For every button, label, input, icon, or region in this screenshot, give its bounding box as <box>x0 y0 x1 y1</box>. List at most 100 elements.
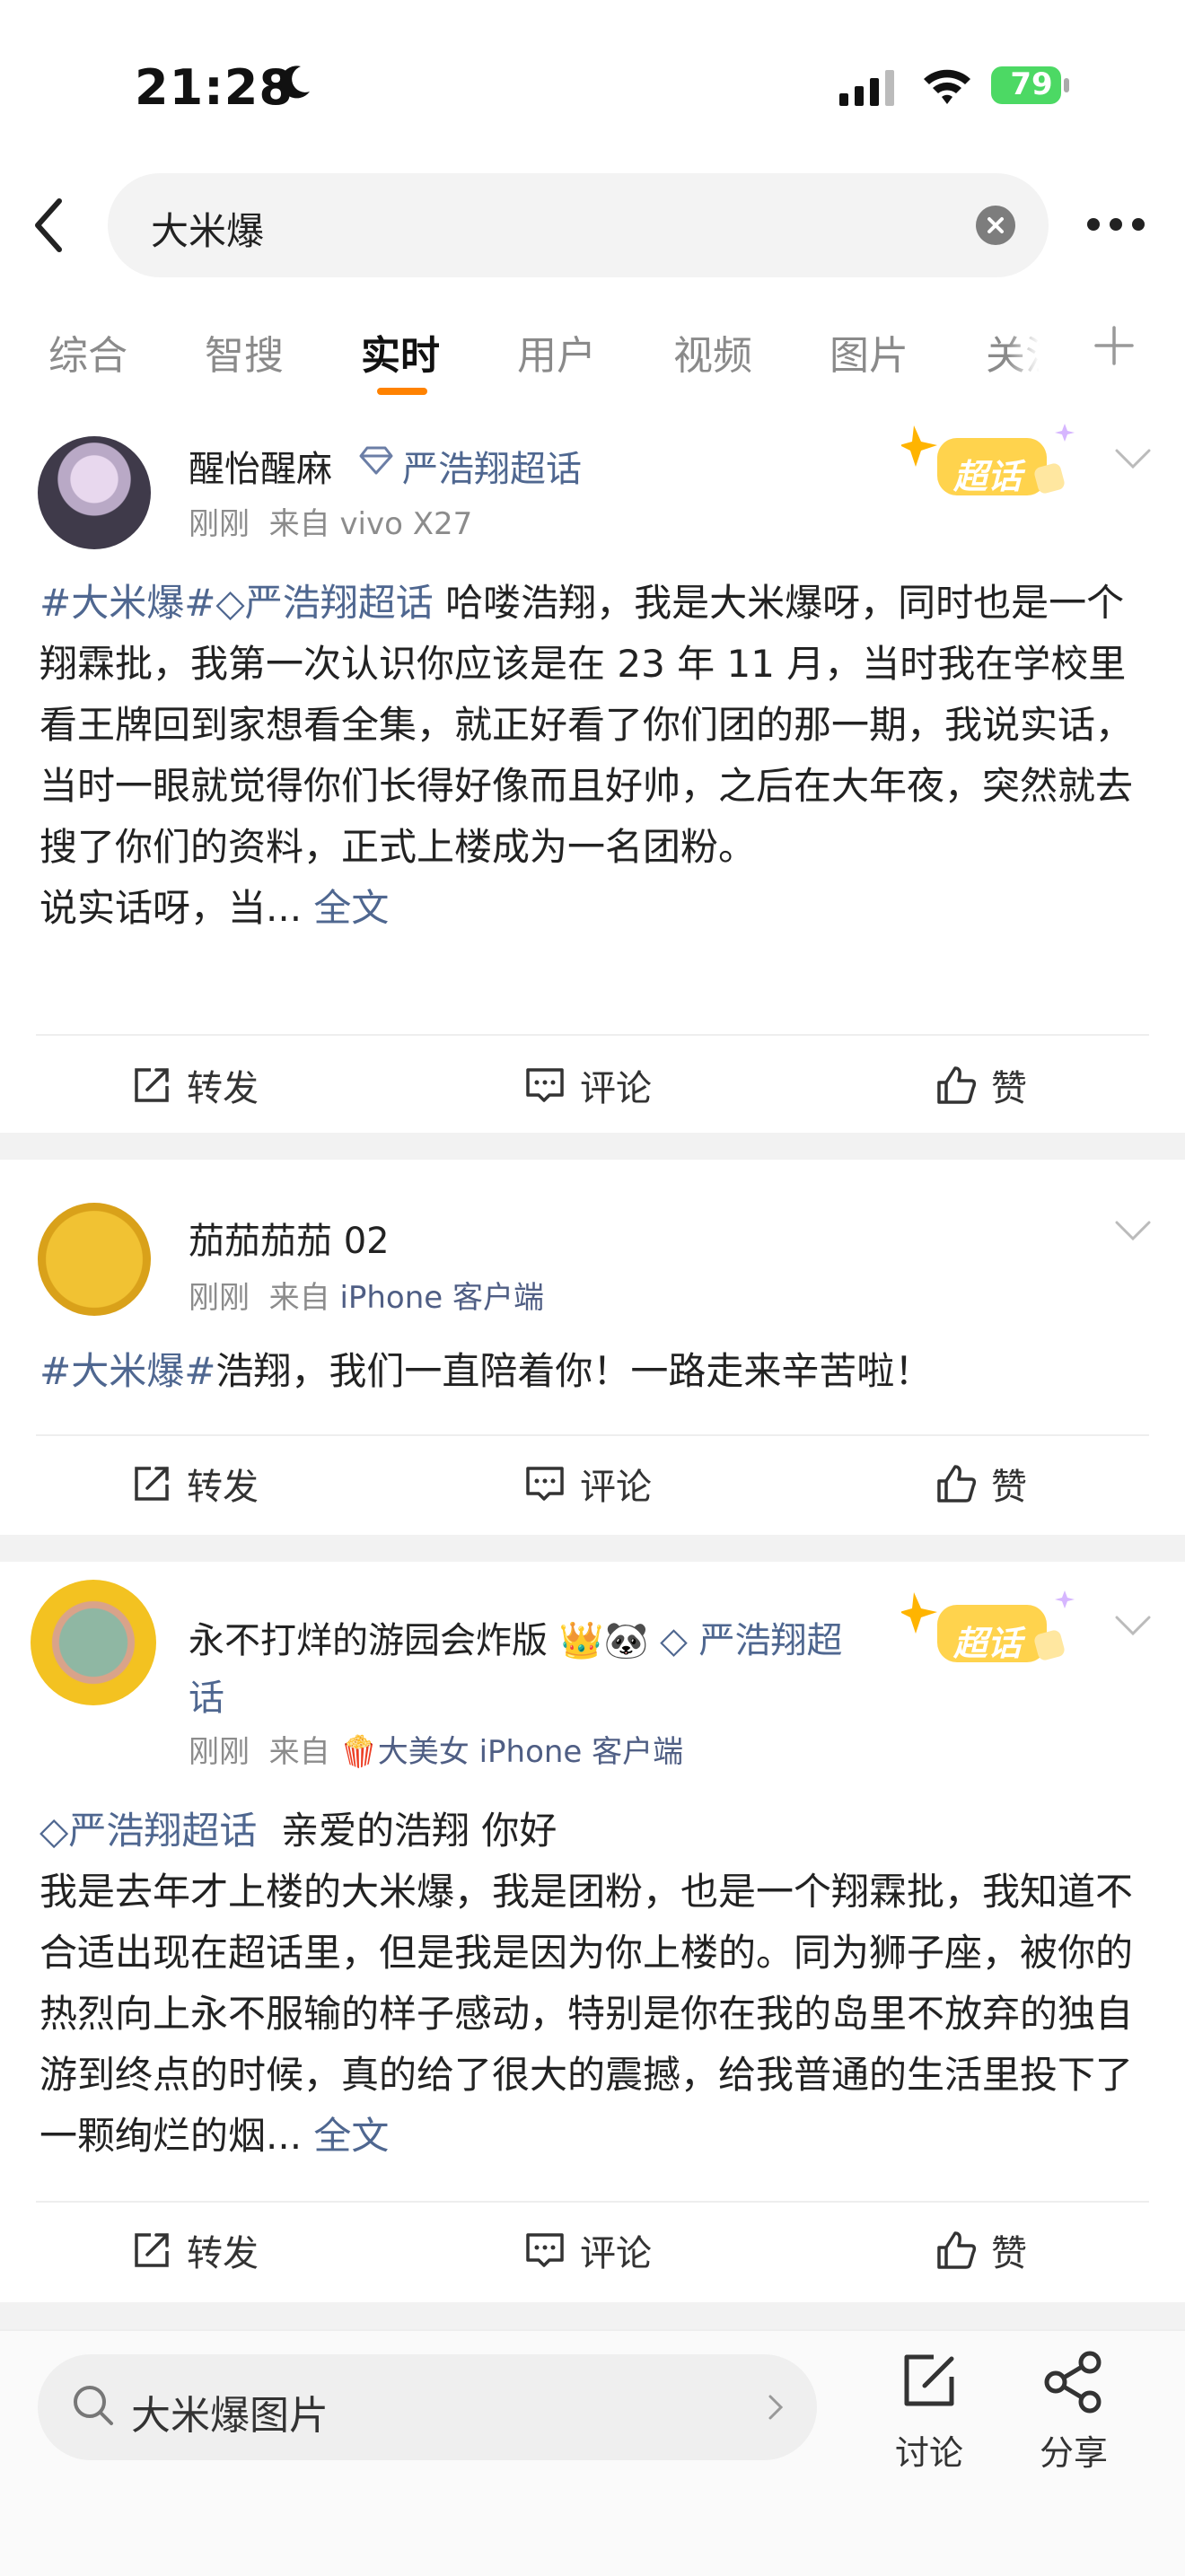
share-icon[interactable] <box>1041 2350 1106 2414</box>
comment-icon <box>526 1068 564 1102</box>
post-meta: 刚刚 来自 iPhone 客户端 <box>189 1273 544 1317</box>
back-arrow-icon[interactable] <box>31 194 66 257</box>
status-time: 21:28 <box>135 59 294 116</box>
via-label: 来自 <box>268 1734 330 1770</box>
post-body: #大米爆#浩翔，我们一直陪着你！一路走来辛苦啦！ <box>40 1341 1144 1402</box>
super-topic-label: 超话 <box>953 457 1023 496</box>
chevron-right-icon <box>768 2395 784 2420</box>
post-greeting: 亲爱的浩翔 你好 <box>281 1809 557 1853</box>
popcorn-icon: 🍿 <box>339 1734 378 1770</box>
cellular-signal-icon <box>839 70 894 106</box>
read-more-link[interactable]: 全文 <box>313 886 389 930</box>
like-button[interactable]: 赞 <box>935 1458 1027 1510</box>
section-separator <box>0 2302 1185 2329</box>
avatar[interactable] <box>31 1580 156 1705</box>
username[interactable]: 醒怡醒麻 <box>189 440 332 492</box>
super-topic-badge[interactable]: 严浩翔超话 <box>402 440 582 492</box>
tab-following[interactable]: 关注 <box>986 323 1040 381</box>
search-icon <box>74 2386 113 2425</box>
related-search-text[interactable]: 大米爆图片 <box>131 2383 329 2440</box>
diamond-inline-icon: ◇ <box>215 581 245 625</box>
like-button[interactable]: 赞 <box>935 1059 1027 1111</box>
repost-button[interactable]: 转发 <box>131 1458 259 1510</box>
like-label: 赞 <box>991 2233 1027 2274</box>
post-text-continued: 说实话呀，当... <box>40 886 303 930</box>
divider <box>36 1434 1149 1436</box>
post-text: 我是去年才上楼的大米爆，我是团粉，也是一个翔霖批，我知道不合适出现在超话里，但是… <box>40 1870 1134 2158</box>
repost-label: 转发 <box>187 2233 259 2274</box>
chevron-down-icon[interactable] <box>1113 1217 1153 1244</box>
divider <box>36 2201 1149 2203</box>
tab-users[interactable]: 用户 <box>517 323 596 381</box>
like-button[interactable]: 赞 <box>935 2224 1027 2276</box>
share-button[interactable]: 分享 <box>1020 2425 1128 2475</box>
post-source: vivo X27 <box>339 506 473 542</box>
super-topic-sticker: 超话 <box>900 1585 1090 1684</box>
read-more-link[interactable]: 全文 <box>313 2114 389 2158</box>
battery-level: 79 <box>1010 66 1053 102</box>
diamond-icon: ◇ <box>660 1620 688 1661</box>
thumbs-up-icon <box>937 2231 977 2269</box>
repost-button[interactable]: 转发 <box>131 1059 259 1111</box>
hashtag-link[interactable]: #大米爆# <box>40 1349 215 1393</box>
like-label: 赞 <box>991 1467 1027 1508</box>
repost-icon <box>135 1068 169 1102</box>
repost-label: 转发 <box>187 1068 259 1109</box>
moon-icon <box>280 66 310 99</box>
comment-icon <box>526 1467 564 1501</box>
chevron-down-icon[interactable] <box>1113 1612 1153 1639</box>
active-tab-indicator <box>377 388 427 395</box>
tab-smart-search[interactable]: 智搜 <box>205 323 284 381</box>
panda-badge-icon: 🐼 <box>603 1620 649 1661</box>
super-topic-link[interactable]: 严浩翔超话 <box>245 581 434 625</box>
via-label: 来自 <box>268 506 330 542</box>
comment-label: 评论 <box>580 2233 652 2274</box>
super-topic-link[interactable]: 严浩翔超话 <box>68 1809 257 1853</box>
super-topic-sticker: 超话 <box>900 418 1090 517</box>
chevron-down-icon[interactable] <box>1113 445 1153 472</box>
add-tab-icon[interactable] <box>1093 325 1135 366</box>
post-text: 浩翔，我们一直陪着你！一路走来辛苦啦！ <box>215 1349 933 1393</box>
section-separator <box>0 1535 1185 1562</box>
thumbs-up-icon <box>937 1066 977 1104</box>
username-line: 永不打烊的游园会炸版 👑🐼 ◇ 严浩翔超话 <box>189 1612 844 1727</box>
discuss-icon[interactable] <box>898 2350 961 2413</box>
close-icon <box>988 217 1004 233</box>
repost-label: 转发 <box>187 1467 259 1508</box>
more-icon[interactable] <box>1084 215 1147 233</box>
repost-icon <box>135 2233 169 2267</box>
comment-label: 评论 <box>580 1068 652 1109</box>
avatar[interactable] <box>38 436 151 549</box>
post-body: #大米爆#◇严浩翔超话 哈喽浩翔，我是大米爆呀，同时也是一个翔霖批，我第一次认识… <box>40 573 1144 939</box>
tab-realtime[interactable]: 实时 <box>361 323 440 381</box>
tab-videos[interactable]: 视频 <box>673 323 752 381</box>
search-query[interactable]: 大米爆 <box>151 201 264 256</box>
thumbs-up-icon <box>937 1465 977 1503</box>
super-topic-label: 超话 <box>953 1624 1023 1663</box>
tab-images[interactable]: 图片 <box>830 323 908 381</box>
post-meta: 刚刚 来自 vivo X27 <box>189 499 472 543</box>
post-source[interactable]: 大美女 iPhone 客户端 <box>378 1734 683 1770</box>
username[interactable]: 茄茄茄茄 02 <box>189 1212 390 1264</box>
repost-button[interactable]: 转发 <box>131 2224 259 2276</box>
post-time: 刚刚 <box>189 1734 250 1770</box>
diamond-icon <box>359 446 393 475</box>
hashtag-link[interactable]: #大米爆# <box>40 581 215 625</box>
clear-search-button[interactable] <box>976 206 1015 245</box>
post-time: 刚刚 <box>189 1280 250 1316</box>
wifi-icon <box>924 69 970 104</box>
discuss-button[interactable]: 讨论 <box>875 2425 983 2475</box>
comment-button[interactable]: 评论 <box>524 1458 652 1510</box>
tab-comprehensive[interactable]: 综合 <box>48 323 127 381</box>
post-source[interactable]: iPhone 客户端 <box>339 1280 544 1316</box>
comment-button[interactable]: 评论 <box>524 2224 652 2276</box>
post-body: ◇严浩翔超话 亲爱的浩翔 你好 我是去年才上楼的大米爆，我是团粉，也是一个翔霖批，… <box>40 1801 1144 2167</box>
post-meta: 刚刚 来自 🍿大美女 iPhone 客户端 <box>189 1727 683 1771</box>
like-label: 赞 <box>991 1068 1027 1109</box>
via-label: 来自 <box>268 1280 330 1316</box>
avatar[interactable] <box>38 1203 151 1316</box>
comment-icon <box>526 2233 564 2267</box>
comment-button[interactable]: 评论 <box>524 1059 652 1111</box>
repost-icon <box>135 1467 169 1501</box>
username[interactable]: 永不打烊的游园会炸版 <box>189 1620 548 1661</box>
